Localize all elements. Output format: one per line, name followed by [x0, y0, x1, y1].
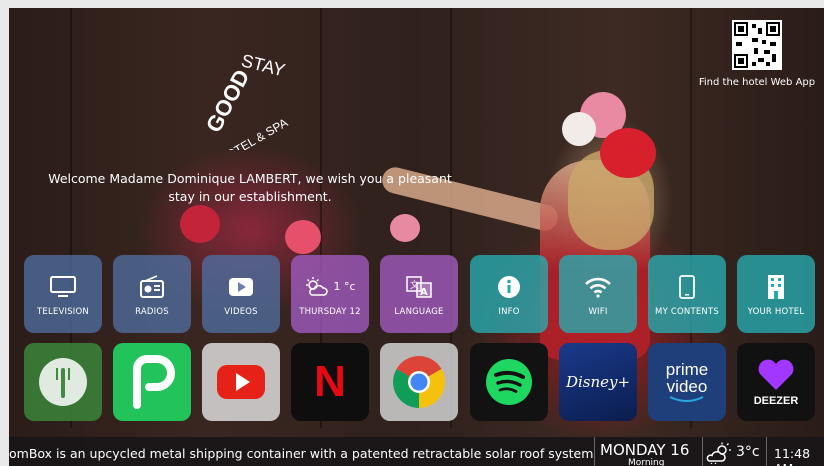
- tile-label: WIFI: [588, 306, 608, 317]
- divider: [766, 437, 767, 466]
- svg-text:A: A: [420, 287, 428, 298]
- flower-decoration: [180, 205, 220, 243]
- divider: [594, 437, 595, 466]
- tile-your-hotel[interactable]: YOUR HOTEL: [737, 255, 815, 333]
- wifi-icon: [585, 277, 611, 298]
- radio-icon: [140, 274, 164, 298]
- hotel-tv-screen: GOOD STAY HOTEL & SPA Welcome Madame Dom…: [0, 0, 824, 466]
- flower-decoration: [562, 112, 596, 146]
- svg-text:文: 文: [410, 279, 419, 291]
- qr-caption: Find the hotel Web App: [698, 77, 816, 88]
- hotel-logo: GOOD STAY HOTEL & SPA: [190, 40, 310, 150]
- app-netflix[interactable]: N: [291, 343, 369, 421]
- divider: [702, 437, 703, 466]
- day-part: Morning: [628, 458, 665, 466]
- qr-code-icon: [734, 22, 780, 68]
- tile-label: INFO: [498, 306, 520, 317]
- flower-decoration: [390, 214, 420, 242]
- tile-videos[interactable]: VIDEOS: [202, 255, 280, 333]
- welcome-message: Welcome Madame Dominique LAMBERT, we wis…: [48, 171, 452, 204]
- tile-label: YOUR HOTEL: [747, 306, 805, 317]
- tile-label: TELEVISION: [37, 306, 89, 317]
- weather-icon: [306, 276, 329, 296]
- app-youtube[interactable]: [202, 343, 280, 421]
- tile-label: VIDEOS: [224, 306, 258, 317]
- spotify-icon: [486, 359, 532, 405]
- prime-icon: prime: [665, 360, 709, 379]
- prime-smile-icon: [669, 396, 704, 402]
- tile-television[interactable]: TELEVISION: [24, 255, 102, 333]
- screen-border-top: [0, 0, 824, 8]
- tile-radios[interactable]: RADIOS: [113, 255, 191, 333]
- info-icon: [498, 275, 520, 298]
- current-date: MONDAY 16: [600, 441, 690, 459]
- app-disney-plus[interactable]: Disney+: [559, 343, 637, 421]
- tile-info[interactable]: INFO: [470, 255, 548, 333]
- tile-wifi[interactable]: WIFI: [559, 255, 637, 333]
- disney-icon: Disney+: [565, 373, 631, 391]
- deezer-icon: [758, 359, 794, 390]
- tile-label: RADIOS: [135, 306, 169, 317]
- tile-language[interactable]: 文A LANGUAGE: [380, 255, 458, 333]
- bottom-info-bar: omBox is an upcycled metal shipping cont…: [0, 437, 824, 466]
- logo-good: GOOD: [201, 65, 255, 136]
- app-parking[interactable]: [113, 343, 191, 421]
- prime-video-text: video: [666, 377, 708, 396]
- news-ticker: omBox is an upcycled metal shipping cont…: [9, 446, 593, 461]
- current-time: 11:48 AM: [774, 446, 811, 466]
- app-deezer[interactable]: DEEZER: [737, 343, 815, 421]
- flower-decoration: [285, 220, 321, 254]
- deezer-label: DEEZER: [753, 394, 799, 407]
- weather-partly-cloudy-icon: [706, 442, 731, 464]
- youtube-icon: [217, 365, 265, 399]
- p-icon: [133, 355, 175, 409]
- app-prime-video[interactable]: prime video: [648, 343, 726, 421]
- tile-weather[interactable]: 1 °c THURSDAY 12: [291, 255, 369, 333]
- video-icon: [229, 277, 253, 296]
- tile-my-contents[interactable]: MY CONTENTS: [648, 255, 726, 333]
- hotel-icon: [768, 274, 784, 299]
- qr-code: [732, 20, 782, 70]
- netflix-icon: N: [314, 357, 346, 406]
- app-chrome[interactable]: [380, 343, 458, 421]
- fork-icon: [39, 358, 87, 406]
- app-spotify[interactable]: [470, 343, 548, 421]
- tile-label: LANGUAGE: [394, 306, 444, 317]
- chrome-icon: [393, 356, 445, 408]
- current-temperature: 3°c: [736, 444, 760, 460]
- tile-label: MY CONTENTS: [655, 306, 719, 317]
- weather-temp: 1 °c: [333, 280, 356, 293]
- screen-border-left: [0, 0, 9, 466]
- app-restaurant[interactable]: [24, 343, 102, 421]
- tv-icon: [50, 275, 76, 297]
- language-icon: 文A: [406, 275, 432, 298]
- tablet-icon: [679, 274, 695, 299]
- tile-label: THURSDAY 12: [299, 306, 361, 317]
- flower-decoration: [600, 128, 656, 178]
